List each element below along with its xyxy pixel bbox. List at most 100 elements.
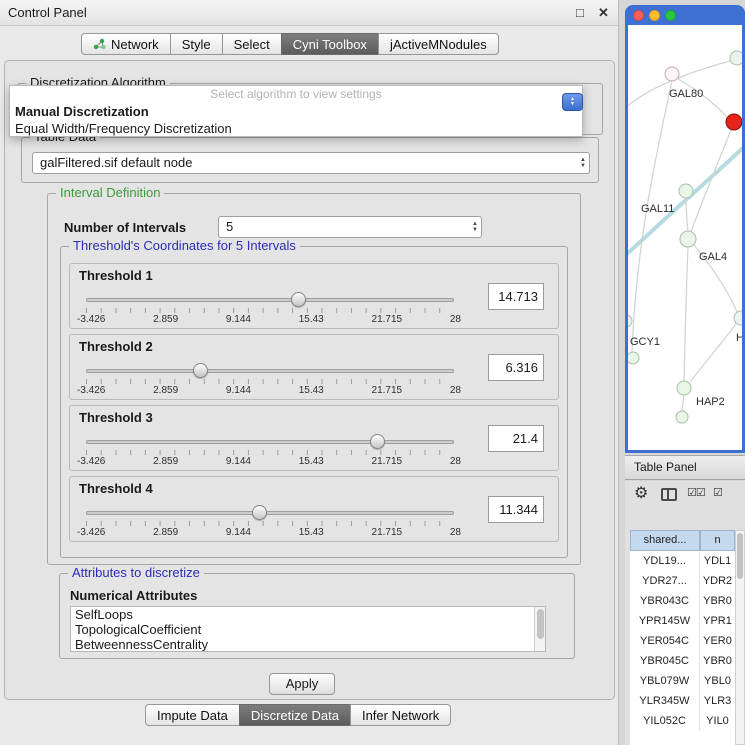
- slider-tick-labels: -3.4262.8599.14415.4321.71528: [77, 314, 461, 325]
- slider-track[interactable]: [86, 511, 454, 515]
- list-scrollbar-thumb[interactable]: [537, 609, 544, 639]
- network-node[interactable]: [734, 311, 742, 325]
- column-header-shared-name[interactable]: shared...: [630, 530, 700, 551]
- attributes-group: Attributes to discretize Numerical Attri…: [59, 573, 575, 659]
- tick-label: 2.859: [153, 527, 178, 538]
- cell: YBR043C: [630, 591, 700, 611]
- slider-track[interactable]: [86, 440, 454, 444]
- close-traffic-light[interactable]: [633, 10, 644, 21]
- network-node[interactable]: [677, 381, 691, 395]
- checkbox-group-icon[interactable]: ☑☑: [687, 486, 705, 499]
- network-view-window[interactable]: GAL80 GAL11 GAL4 GCY1 HAP2 H: [625, 5, 745, 453]
- tab-style-label: Style: [182, 37, 211, 52]
- threshold-1-value-input[interactable]: 14.713: [488, 283, 544, 310]
- network-edge[interactable]: [691, 130, 731, 232]
- numerical-attributes-list: SelfLoops TopologicalCoefficient Between…: [70, 606, 546, 652]
- slider-handle[interactable]: [370, 434, 385, 449]
- tick-label: 2.859: [153, 314, 178, 325]
- node-label: GCY1: [630, 336, 660, 348]
- network-edge[interactable]: [682, 395, 684, 411]
- threshold-2-slider[interactable]: -3.4262.8599.14415.4321.71528: [86, 362, 454, 400]
- list-item[interactable]: SelfLoops: [71, 607, 545, 622]
- network-node[interactable]: [628, 352, 639, 364]
- table-row[interactable]: YBL079WYBL0: [630, 671, 735, 691]
- network-node[interactable]: [628, 315, 632, 327]
- table-row[interactable]: YBR043CYBR0: [630, 591, 735, 611]
- attributes-legend: Attributes to discretize: [68, 565, 204, 580]
- list-scrollbar[interactable]: [534, 607, 545, 651]
- network-node-red[interactable]: [726, 114, 742, 130]
- application-root: Control Panel □ ✕ Network Style Select C…: [0, 0, 745, 745]
- control-panel-window: Control Panel □ ✕ Network Style Select C…: [0, 0, 619, 745]
- slider-handle[interactable]: [252, 505, 267, 520]
- tab-network[interactable]: Network: [81, 33, 171, 55]
- network-node[interactable]: [679, 184, 693, 198]
- combo-stepper-icon[interactable]: ▲▼: [472, 217, 478, 237]
- slider-handle[interactable]: [193, 363, 208, 378]
- threshold-4-panel: Threshold 4 11.344 -3.4262.8599.14415.43…: [69, 476, 559, 542]
- threshold-2-label: Threshold 2: [79, 339, 153, 354]
- tab-jactivemnodules[interactable]: jActiveMNodules: [378, 33, 499, 55]
- number-of-intervals-combo[interactable]: 5 ▲▼: [218, 216, 482, 238]
- tab-discretize-data[interactable]: Discretize Data: [239, 704, 351, 726]
- threshold-4-slider[interactable]: -3.4262.8599.14415.4321.71528: [86, 504, 454, 542]
- table-row[interactable]: YIL052CYIL0: [630, 711, 735, 731]
- table-row[interactable]: YLR345WYLR3: [630, 691, 735, 711]
- threshold-1-label: Threshold 1: [79, 268, 153, 283]
- column-header-name[interactable]: n: [700, 530, 735, 551]
- algorithm-option-equal-width[interactable]: Equal Width/Frequency Discretization: [10, 120, 582, 137]
- tab-infer-network[interactable]: Infer Network: [350, 704, 451, 726]
- gear-icon[interactable]: ⚙: [634, 483, 648, 503]
- minimize-traffic-light[interactable]: [649, 10, 660, 21]
- table-data-combo[interactable]: galFiltered.sif default node ▲▼: [32, 152, 590, 174]
- cyni-toolbox-panel: Discretization Algorithm Select algorith…: [4, 60, 615, 700]
- down-arrow-icon: ▼: [472, 227, 478, 233]
- close-window-icon[interactable]: ✕: [598, 5, 609, 21]
- network-canvas[interactable]: GAL80 GAL11 GAL4 GCY1 HAP2 H: [628, 25, 742, 450]
- network-edge[interactable]: [684, 247, 688, 381]
- apply-button[interactable]: Apply: [269, 673, 335, 695]
- algorithm-combo-stepper[interactable]: ▲ ▼: [562, 93, 583, 111]
- zoom-traffic-light[interactable]: [665, 10, 676, 21]
- algorithm-option-manual[interactable]: Manual Discretization: [10, 103, 582, 120]
- node-attribute-table: shared... n YDL19...YDL1 YDR27...YDR2 YB…: [630, 530, 735, 745]
- tab-style[interactable]: Style: [170, 33, 223, 55]
- network-edge[interactable]: [686, 198, 688, 231]
- tab-cyni-toolbox[interactable]: Cyni Toolbox: [281, 33, 379, 55]
- threshold-4-value-input[interactable]: 11.344: [488, 496, 544, 523]
- list-item[interactable]: TopologicalCoefficient: [71, 622, 545, 637]
- threshold-2-value-input[interactable]: 6.316: [488, 354, 544, 381]
- combo-stepper-icon[interactable]: ▲▼: [580, 153, 586, 173]
- table-row[interactable]: YBR045CYBR0: [630, 651, 735, 671]
- slider-track[interactable]: [86, 369, 454, 373]
- columns-icon[interactable]: [661, 488, 677, 501]
- list-item[interactable]: BetweennessCentrality: [71, 637, 545, 652]
- table-row[interactable]: YPR145WYPR1: [630, 611, 735, 631]
- slider-tick-labels: -3.4262.8599.14415.4321.71528: [77, 527, 461, 538]
- network-node[interactable]: [680, 231, 696, 247]
- tab-select[interactable]: Select: [222, 33, 282, 55]
- tick-label: -3.426: [77, 527, 105, 538]
- table-scrollbar[interactable]: [735, 530, 745, 745]
- slider-track[interactable]: [86, 298, 454, 302]
- tab-discretize-data-label: Discretize Data: [251, 708, 339, 723]
- slider-ticks: [86, 450, 454, 455]
- network-edge[interactable]: [690, 324, 736, 382]
- threshold-3-slider[interactable]: -3.4262.8599.14415.4321.71528: [86, 433, 454, 471]
- tab-impute-data[interactable]: Impute Data: [145, 704, 240, 726]
- float-window-icon[interactable]: □: [576, 5, 584, 20]
- network-node[interactable]: [730, 51, 742, 65]
- table-scrollbar-thumb[interactable]: [737, 533, 743, 579]
- cell: YDR27...: [630, 571, 700, 591]
- checkbox-icon[interactable]: ☑: [713, 486, 722, 499]
- threshold-3-value-input[interactable]: 21.4: [488, 425, 544, 452]
- network-edge[interactable]: [628, 61, 730, 109]
- network-node[interactable]: [665, 67, 679, 81]
- table-row[interactable]: YDL19...YDL1: [630, 551, 735, 571]
- threshold-1-slider[interactable]: -3.4262.8599.14415.4321.71528: [86, 291, 454, 329]
- table-header-row: shared... n: [630, 530, 735, 551]
- table-row[interactable]: YER054CYER0: [630, 631, 735, 651]
- table-row[interactable]: YDR27...YDR2: [630, 571, 735, 591]
- network-node[interactable]: [676, 411, 688, 423]
- slider-handle[interactable]: [291, 292, 306, 307]
